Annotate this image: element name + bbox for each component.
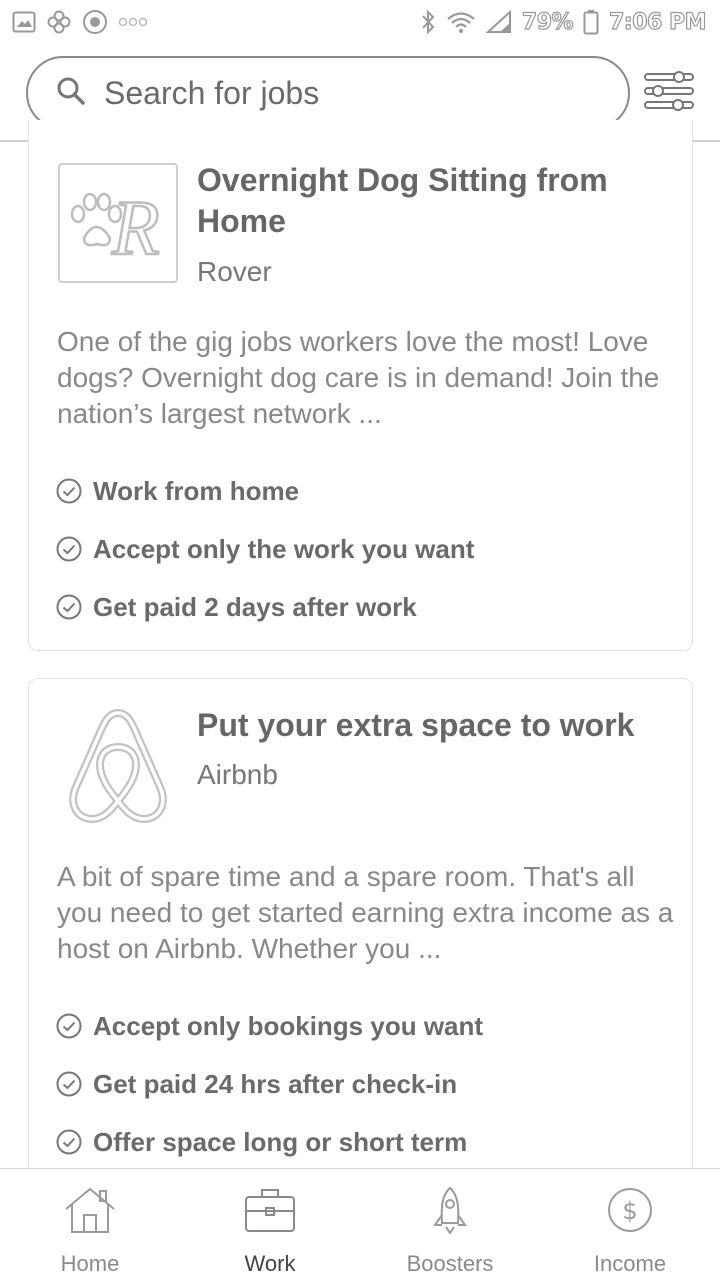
wifi-icon <box>446 10 476 34</box>
nav-item-boosters[interactable]: Boosters <box>360 1169 540 1280</box>
more-dots-icon <box>118 17 148 27</box>
nav-label: Home <box>60 1251 120 1276</box>
company-name: Airbnb <box>197 759 278 790</box>
pinwheel-icon <box>46 9 72 35</box>
briefcase-icon <box>241 1183 299 1237</box>
job-title: Put your extra space to work <box>197 707 635 743</box>
feature-label: Get paid 2 days after work <box>93 591 417 622</box>
check-circle-icon <box>55 1012 83 1040</box>
job-description: A bit of spare time and a spare room. Th… <box>57 861 674 964</box>
status-bar: 79% 7:06 PM <box>0 0 720 44</box>
feature-label: Work from home <box>93 475 300 506</box>
feature-item: Work from home <box>55 462 474 520</box>
job-description: One of the gig jobs workers love the mos… <box>57 326 660 429</box>
job-card[interactable]: Put your extra space to work Airbnb A bi… <box>28 678 693 1198</box>
status-left <box>12 9 148 35</box>
nav-item-work[interactable]: Work <box>180 1169 360 1280</box>
nav-label: Income <box>593 1251 667 1276</box>
search-input[interactable] <box>104 74 584 112</box>
sliders-icon <box>642 68 696 119</box>
clock: 7:06 PM <box>608 9 707 35</box>
filter-button[interactable] <box>640 68 698 118</box>
check-circle-icon <box>55 593 83 621</box>
feature-item: Get paid 24 hrs after check-in <box>55 1055 483 1113</box>
rocket-icon <box>421 1183 479 1237</box>
company-name: Rover <box>197 256 272 287</box>
check-circle-icon <box>55 477 83 505</box>
nav-label: Boosters <box>406 1251 494 1276</box>
search-icon <box>56 76 86 111</box>
feature-label: Accept only the work you want <box>93 533 475 564</box>
feature-item: Get paid 2 days after work <box>55 578 474 636</box>
svg-text:R: R <box>111 184 160 268</box>
feature-item: Accept only the work you want <box>55 520 474 578</box>
battery-percent: 79% <box>521 9 574 35</box>
house-icon <box>61 1183 119 1237</box>
target-icon <box>82 9 108 35</box>
search-box[interactable] <box>26 56 630 130</box>
rover-logo: R <box>58 163 178 283</box>
feature-list: Accept only bookings you want Get paid 2… <box>55 997 483 1171</box>
airbnb-logo <box>58 704 178 824</box>
status-right: 79% 7:06 PM <box>420 9 707 35</box>
nav-item-home[interactable]: Home <box>0 1169 180 1280</box>
feature-list: Work from home Accept only the work you … <box>55 462 474 636</box>
feature-item: Accept only bookings you want <box>55 997 483 1055</box>
feature-label: Accept only bookings you want <box>93 1010 484 1041</box>
signal-icon <box>485 10 512 34</box>
feature-label: Get paid 24 hrs after check-in <box>93 1068 458 1099</box>
nav-label: Work <box>244 1251 296 1276</box>
check-circle-icon <box>55 535 83 563</box>
bluetooth-icon <box>420 9 436 35</box>
nav-item-income[interactable]: $ Income <box>540 1169 720 1280</box>
check-circle-icon <box>55 1070 83 1098</box>
job-title: Overnight Dog Sitting from Home <box>197 162 608 239</box>
job-card[interactable]: R Overnight Dog Sitting from Home Rover … <box>28 120 693 651</box>
svg-text:$: $ <box>622 1197 637 1225</box>
battery-icon <box>583 9 599 35</box>
image-icon <box>12 11 36 33</box>
feature-item: Offer space long or short term <box>55 1113 483 1171</box>
feature-label: Offer space long or short term <box>93 1126 468 1157</box>
dollar-circle-icon: $ <box>601 1183 659 1237</box>
check-circle-icon <box>55 1128 83 1156</box>
bottom-nav: Home Work Boosters $ Income <box>0 1168 720 1280</box>
